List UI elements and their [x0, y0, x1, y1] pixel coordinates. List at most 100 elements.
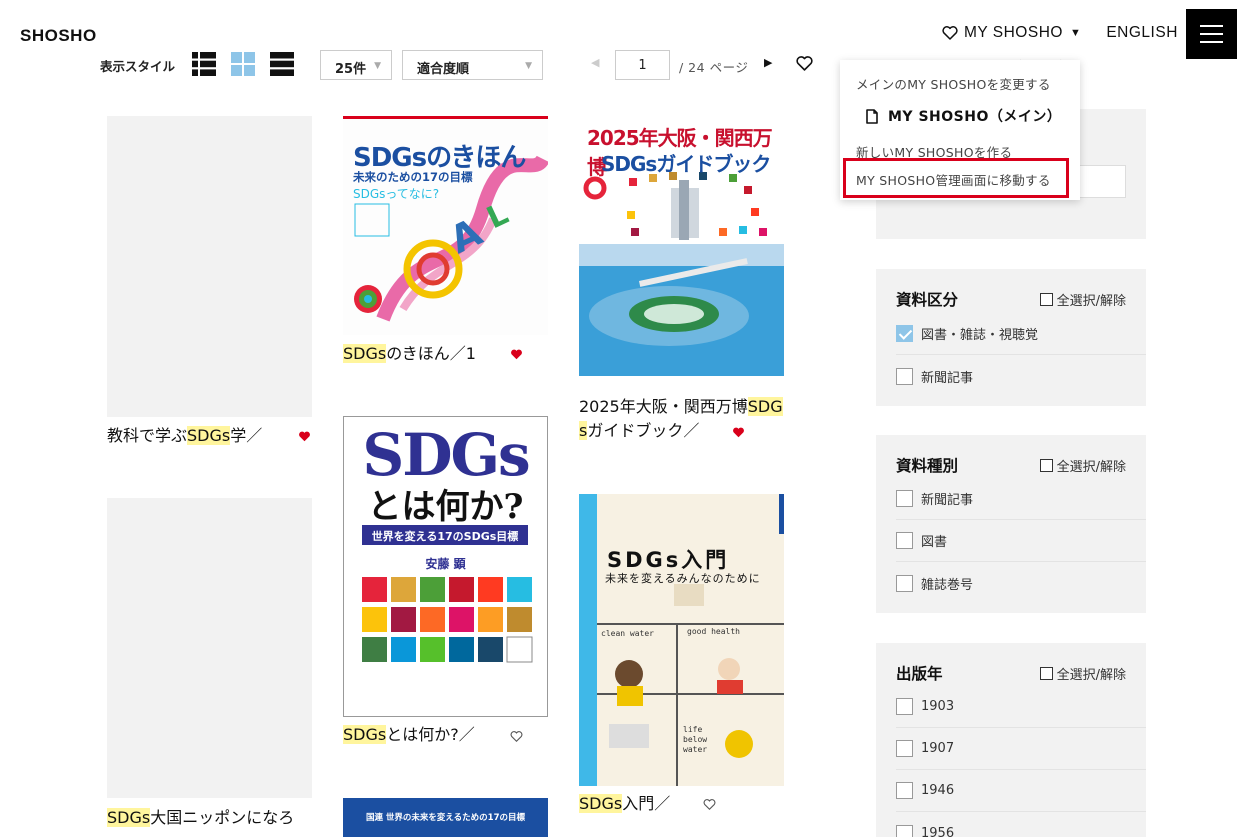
change-main-myshosho-link[interactable]: メインのMY SHOSHOを変更する	[856, 74, 1051, 93]
title-text: 2025年大阪・関西万博	[579, 397, 748, 416]
filter-option[interactable]: 1907	[896, 728, 1146, 770]
book-title-link[interactable]: SDGs大国ニッポンになろ	[107, 806, 307, 830]
book-cover[interactable]: SDGs とは何か? 世界を変える17のSDGs目標 安藤 顕	[343, 416, 548, 717]
per-page-select[interactable]: 25件 ▼	[320, 50, 392, 80]
svg-text:good health: good health	[687, 627, 740, 636]
checkbox-icon[interactable]	[896, 824, 913, 837]
filter-option[interactable]: 1956	[896, 812, 1146, 837]
next-page-icon[interactable]: ▶	[764, 56, 772, 69]
filter-material-type: 資料種別 全選択/解除 新聞記事 図書 雑誌巻号	[876, 435, 1146, 613]
select-caret-icon: ▼	[374, 61, 381, 71]
cover-subtitle: 国連 世界の未来を変えるための17の目標	[365, 813, 526, 823]
book-cover[interactable]: A L SDGsのきほん 未来のための17の目標 SDGsってなに?	[343, 116, 548, 335]
list-view-icon[interactable]	[270, 52, 294, 76]
sort-value: 適合度順	[417, 62, 470, 77]
site-logo[interactable]: SHOSHO	[20, 26, 97, 46]
checkbox-icon[interactable]	[896, 574, 913, 592]
cover-subtitle: 未来を変えるみんなのために	[605, 572, 761, 585]
select-caret-icon: ▼	[525, 61, 532, 71]
cover-band: 世界を変える17のSDGs目標	[362, 525, 528, 545]
book-cover-placeholder[interactable]	[107, 498, 312, 798]
book-cover-placeholder[interactable]	[107, 116, 312, 417]
heart-outline-icon[interactable]	[510, 731, 523, 742]
checkbox-checked-icon[interactable]	[896, 325, 913, 342]
list-thumb-view-icon[interactable]	[192, 52, 216, 76]
checkbox-icon[interactable]	[896, 532, 913, 549]
language-link[interactable]: ENGLISH	[1106, 24, 1178, 42]
hamburger-line	[1200, 25, 1223, 27]
heart-filled-icon[interactable]	[732, 427, 745, 438]
results-toolbar: 表示スタイル 25件 ▼ 適合度順 ▼ ◀ 1 / 24 ページ ▶	[0, 50, 840, 80]
option-label: 図書・雑誌・視聴覚	[921, 328, 1039, 343]
search-highlight: SDGs	[343, 344, 387, 363]
search-highlight: SDGs	[187, 426, 231, 445]
option-label: 1946	[921, 783, 955, 798]
page-total: / 24 ページ	[679, 60, 749, 75]
heart-filled-icon[interactable]	[298, 431, 311, 442]
prev-page-icon[interactable]: ◀	[591, 56, 599, 69]
filter-title: 出版年	[896, 665, 943, 683]
checkbox-icon[interactable]	[896, 367, 913, 385]
checkbox-icon	[1039, 293, 1053, 306]
select-all-label: 全選択/解除	[1056, 294, 1126, 309]
title-text: ガイドブック／	[587, 421, 700, 440]
filter-option[interactable]: 図書	[896, 520, 1146, 562]
option-label: 1956	[921, 825, 955, 837]
sdg-icons-grid	[362, 577, 533, 663]
checkbox-icon[interactable]	[896, 698, 913, 715]
book-cover[interactable]: 2025年大阪・関西万博 SDGsガイドブック	[579, 116, 784, 376]
filter-option[interactable]: 新聞記事	[896, 478, 1146, 520]
heart-outline-icon	[942, 26, 958, 40]
filter-title: 資料種別	[896, 457, 959, 475]
checkbox-icon[interactable]	[896, 740, 913, 757]
filter-option[interactable]: 1946	[896, 770, 1146, 812]
checkbox-icon[interactable]	[896, 782, 913, 799]
cover-subtitle: とは何か?	[367, 487, 524, 527]
option-label: 新聞記事	[921, 493, 974, 508]
per-page-value: 25件	[335, 62, 367, 77]
main-myshosho-link[interactable]: MY SHOSHO（メイン）	[866, 106, 1061, 126]
svg-text:clean water: clean water	[601, 629, 654, 638]
page-number-input[interactable]: 1	[615, 50, 670, 80]
search-highlight: SDG	[747, 397, 783, 416]
book-cover[interactable]: 国連 世界の未来を変えるための17の目標	[343, 798, 548, 837]
select-all-toggle[interactable]: 全選択/解除	[1039, 290, 1126, 309]
select-all-toggle[interactable]: 全選択/解除	[1039, 456, 1126, 475]
caret-down-icon: ▼	[1069, 27, 1082, 39]
option-label: 雑誌巻号	[921, 577, 974, 593]
book-title-link[interactable]: 2025年大阪・関西万博SDG sガイドブック／	[579, 395, 789, 443]
book-title-link[interactable]: SDGsとは何か?／	[343, 723, 503, 747]
title-text: 大国ニッポンになろ	[150, 808, 295, 827]
sort-select[interactable]: 適合度順 ▼	[402, 50, 543, 80]
cover-subtitle: 未来のための17の目標	[353, 170, 473, 184]
filter-option[interactable]: 1903	[896, 686, 1146, 728]
main-myshosho-label: MY SHOSHO（メイン）	[888, 109, 1062, 125]
grid-view-icon[interactable]	[231, 52, 255, 76]
hamburger-line	[1200, 41, 1223, 43]
top-nav: MY SHOSHO ▼ ENGLISH	[942, 24, 1178, 42]
heart-outline-icon[interactable]	[796, 56, 813, 71]
select-all-label: 全選択/解除	[1056, 460, 1126, 475]
option-label: 新聞記事	[921, 370, 974, 386]
filter-option[interactable]: 雑誌巻号	[896, 562, 1146, 604]
select-all-toggle[interactable]: 全選択/解除	[1039, 664, 1126, 683]
search-highlight: SDGs	[107, 808, 151, 827]
book-title-link[interactable]: SDGsのきほん／1	[343, 342, 503, 366]
book-title-link[interactable]: SDGs入門／	[579, 792, 709, 816]
svg-text:below: below	[683, 735, 707, 744]
myshosho-dropdown: メインのMY SHOSHOを変更する MY SHOSHO（メイン） 新しいMY …	[840, 60, 1080, 200]
myshosho-menu-button[interactable]: MY SHOSHO ▼	[942, 24, 1081, 42]
filter-option[interactable]: 新聞記事	[896, 355, 1146, 397]
option-label: 1907	[921, 741, 955, 756]
display-style-label: 表示スタイル	[100, 59, 176, 74]
highlight-box	[843, 158, 1069, 198]
heart-filled-icon[interactable]	[510, 349, 523, 360]
heart-outline-icon[interactable]	[703, 799, 716, 810]
book-title-link[interactable]: 教科で学ぶSDGs学／	[107, 424, 292, 448]
filter-option[interactable]: 図書・雑誌・視聴覚	[896, 313, 1146, 355]
book-cover[interactable]: good health clean water life below water…	[579, 494, 784, 786]
title-text: とは何か?／	[386, 725, 475, 744]
hamburger-menu-button[interactable]	[1186, 9, 1237, 59]
checkbox-icon[interactable]	[896, 490, 913, 507]
cover-subtitle: SDGsガイドブック	[601, 152, 771, 176]
